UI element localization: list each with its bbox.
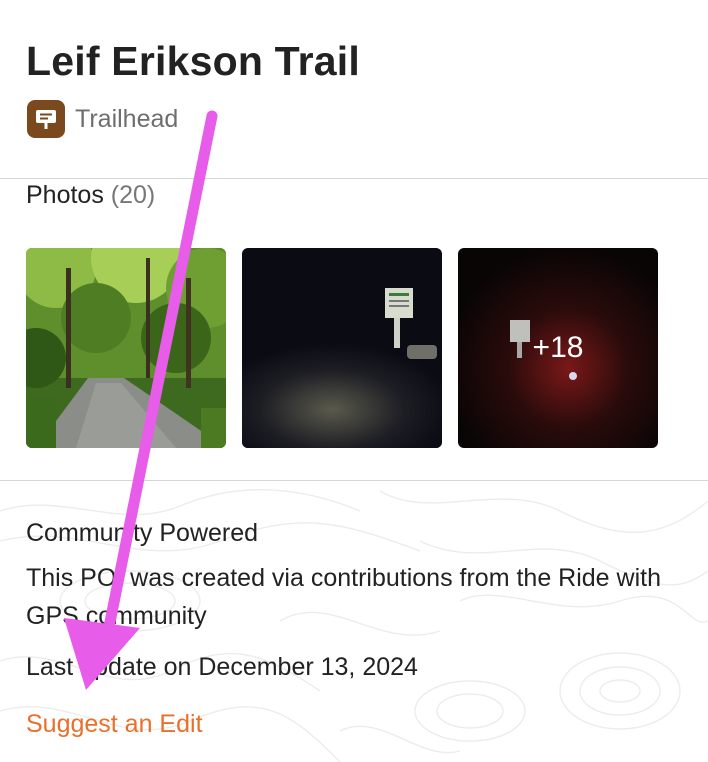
photos-heading: Photos (20) bbox=[26, 181, 155, 210]
community-description: This POI was created via contributions f… bbox=[26, 564, 661, 630]
community-section: Community Powered This POI was created v… bbox=[0, 481, 708, 762]
photos-heading-label: Photos bbox=[26, 181, 104, 209]
suggest-edit-link[interactable]: Suggest an Edit bbox=[26, 710, 203, 739]
photo-thumbnail-trail[interactable] bbox=[26, 248, 226, 448]
divider bbox=[0, 178, 708, 179]
poi-title: Leif Erikson Trail bbox=[26, 38, 360, 84]
poi-detail-panel: Leif Erikson Trail Trailhead Photos (20) bbox=[0, 0, 708, 762]
photo-thumbnail-night-sign[interactable] bbox=[242, 248, 442, 448]
photo-thumbnail-more[interactable]: +18 bbox=[458, 248, 658, 448]
last-update: Last update on December 13, 2024 bbox=[26, 653, 418, 681]
signpost-icon bbox=[27, 100, 65, 138]
photos-count: (20) bbox=[110, 181, 156, 209]
poi-type-label: Trailhead bbox=[75, 104, 179, 133]
more-photos-count: +18 bbox=[532, 331, 584, 364]
community-title: Community Powered bbox=[26, 519, 259, 547]
poi-type: Trailhead bbox=[27, 100, 178, 138]
